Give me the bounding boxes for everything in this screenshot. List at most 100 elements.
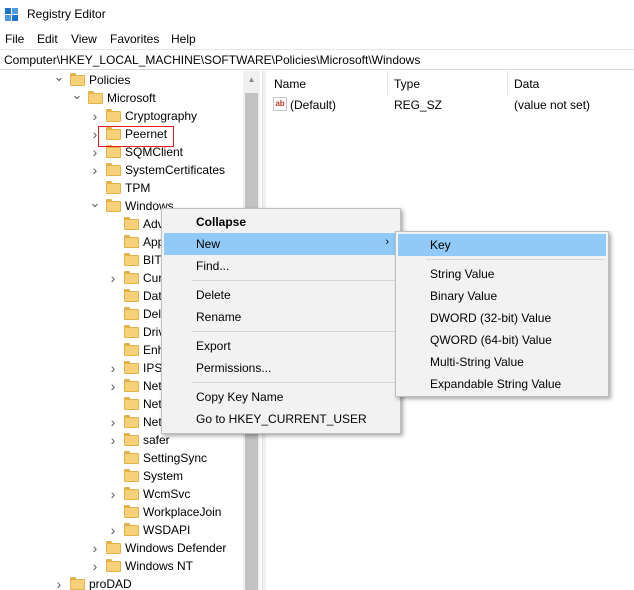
menu-item-label: Expandable String Value — [430, 377, 562, 391]
menu-file[interactable]: File — [5, 32, 24, 46]
menu-item-label: New — [196, 237, 221, 251]
context-menu-item-new[interactable]: New › — [164, 233, 398, 255]
tree-item[interactable]: ⌄ Policies — [0, 71, 262, 89]
folder-icon — [106, 559, 121, 572]
context-menu-item-go-to-hkey-current-user[interactable]: Go to HKEY_CURRENT_USER — [164, 408, 398, 430]
folder-icon — [124, 325, 139, 338]
chevron-right-icon[interactable]: › — [89, 557, 101, 575]
chevron-right-icon[interactable]: › — [107, 413, 119, 431]
menu-item-label: DWORD (32-bit) Value — [430, 311, 552, 325]
menu-help[interactable]: Help — [171, 32, 196, 46]
menu-item-label: Rename — [196, 310, 242, 324]
context-menu-item-copy-key-name[interactable]: Copy Key Name — [164, 386, 398, 408]
submenu-item-multi-string-value[interactable]: Multi-String Value — [398, 351, 606, 373]
scroll-up-icon[interactable]: ▲ — [243, 71, 260, 88]
tree-item[interactable]: › WcmSvc — [0, 485, 262, 503]
chevron-right-icon[interactable]: › — [107, 377, 119, 395]
menu-item-label: QWORD (64-bit) Value — [430, 333, 552, 347]
submenu-item-dword-32-bit-value[interactable]: DWORD (32-bit) Value — [398, 307, 606, 329]
tree-item[interactable]: › SystemCertificates — [0, 161, 262, 179]
tree-item-label: SystemCertificates — [125, 163, 226, 177]
chevron-placeholder — [107, 449, 119, 467]
folder-icon — [124, 451, 139, 464]
submenu-item-string-value[interactable]: String Value — [398, 263, 606, 285]
context-menu-item-delete[interactable]: Delete — [164, 284, 398, 306]
chevron-placeholder — [107, 395, 119, 413]
chevron-right-icon[interactable]: › — [107, 485, 119, 503]
folder-icon — [124, 217, 139, 230]
tree-item[interactable]: TPM — [0, 179, 262, 197]
chevron-right-icon[interactable]: › — [89, 161, 101, 179]
chevron-right-icon[interactable]: › — [107, 269, 119, 287]
column-header-type[interactable]: Type — [394, 77, 420, 91]
chevron-down-icon[interactable]: ⌄ — [71, 88, 83, 107]
chevron-placeholder — [107, 503, 119, 521]
menu-separator — [192, 331, 397, 332]
value-type: REG_SZ — [394, 98, 443, 112]
menu-view[interactable]: View — [71, 32, 97, 46]
submenu-item-key[interactable]: Key — [398, 234, 606, 256]
folder-icon — [124, 253, 139, 266]
chevron-down-icon[interactable]: ⌄ — [53, 71, 65, 89]
menu-edit[interactable]: Edit — [37, 32, 58, 46]
tree-item[interactable]: ⌄ Microsoft — [0, 88, 262, 107]
chevron-right-icon: › — [385, 236, 389, 248]
submenu-item-expandable-string-value[interactable]: Expandable String Value — [398, 373, 606, 395]
folder-icon — [124, 361, 139, 374]
submenu-item-qword-64-bit-value[interactable]: QWORD (64-bit) Value — [398, 329, 606, 351]
chevron-right-icon[interactable]: › — [107, 521, 119, 539]
tree-item-label: Microsoft — [107, 91, 156, 105]
context-menu-item-collapse[interactable]: Collapse — [164, 211, 398, 233]
folder-icon — [124, 307, 139, 320]
context-menu-item-permissions[interactable]: Permissions... — [164, 357, 398, 379]
chevron-right-icon[interactable]: › — [107, 359, 119, 377]
folder-icon — [106, 181, 121, 194]
context-menu-item-find[interactable]: Find... — [164, 255, 398, 277]
menu-item-label: Binary Value — [430, 289, 498, 303]
tree-item-label: safer — [143, 433, 170, 447]
folder-icon — [106, 199, 121, 212]
chevron-right-icon[interactable]: › — [107, 431, 119, 449]
tree-item-label: TPM — [125, 181, 151, 195]
chevron-placeholder — [107, 233, 119, 251]
context-menu-item-rename[interactable]: Rename — [164, 306, 398, 328]
folder-icon — [106, 163, 121, 176]
menu-favorites[interactable]: Favorites — [110, 32, 159, 46]
folder-icon — [124, 271, 139, 284]
tree-item[interactable]: › Windows Defender — [0, 539, 262, 557]
column-divider[interactable] — [387, 71, 388, 95]
tree-item[interactable]: System — [0, 467, 262, 485]
folder-icon — [124, 343, 139, 356]
context-menu-item-export[interactable]: Export — [164, 335, 398, 357]
address-bar[interactable]: Computer\HKEY_LOCAL_MACHINE\SOFTWARE\Pol… — [0, 49, 634, 70]
tree-item-label: WSDAPI — [143, 523, 191, 537]
tree-item-label: Cryptography — [125, 109, 198, 123]
tree-item[interactable]: › proDAD — [0, 575, 262, 590]
address-path[interactable]: Computer\HKEY_LOCAL_MACHINE\SOFTWARE\Pol… — [4, 53, 420, 67]
chevron-placeholder — [107, 305, 119, 323]
tree-item[interactable]: › WSDAPI — [0, 521, 262, 539]
tree-item-label: SettingSync — [143, 451, 208, 465]
submenu-item-binary-value[interactable]: Binary Value — [398, 285, 606, 307]
folder-icon — [124, 289, 139, 302]
chevron-placeholder — [107, 251, 119, 269]
tree-item[interactable]: › Cryptography — [0, 107, 262, 125]
menu-separator — [426, 259, 605, 260]
chevron-right-icon[interactable]: › — [89, 539, 101, 557]
folder-icon — [124, 235, 139, 248]
tree-item[interactable]: SettingSync — [0, 449, 262, 467]
chevron-right-icon[interactable]: › — [89, 107, 101, 125]
tree-item[interactable]: › Windows NT — [0, 557, 262, 575]
chevron-right-icon[interactable]: › — [53, 575, 65, 590]
folder-icon — [124, 415, 139, 428]
chevron-down-icon[interactable]: ⌄ — [89, 196, 101, 215]
column-header-data[interactable]: Data — [514, 77, 539, 91]
value-row[interactable]: ab (Default) REG_SZ (value not set) — [266, 95, 634, 115]
column-divider[interactable] — [507, 71, 508, 95]
menu-item-label: Copy Key Name — [196, 390, 284, 404]
tree-item-label: proDAD — [89, 577, 132, 590]
column-header-name[interactable]: Name — [274, 77, 306, 91]
folder-icon — [124, 397, 139, 410]
tree-item-label: Policies — [89, 73, 131, 87]
tree-item[interactable]: WorkplaceJoin — [0, 503, 262, 521]
